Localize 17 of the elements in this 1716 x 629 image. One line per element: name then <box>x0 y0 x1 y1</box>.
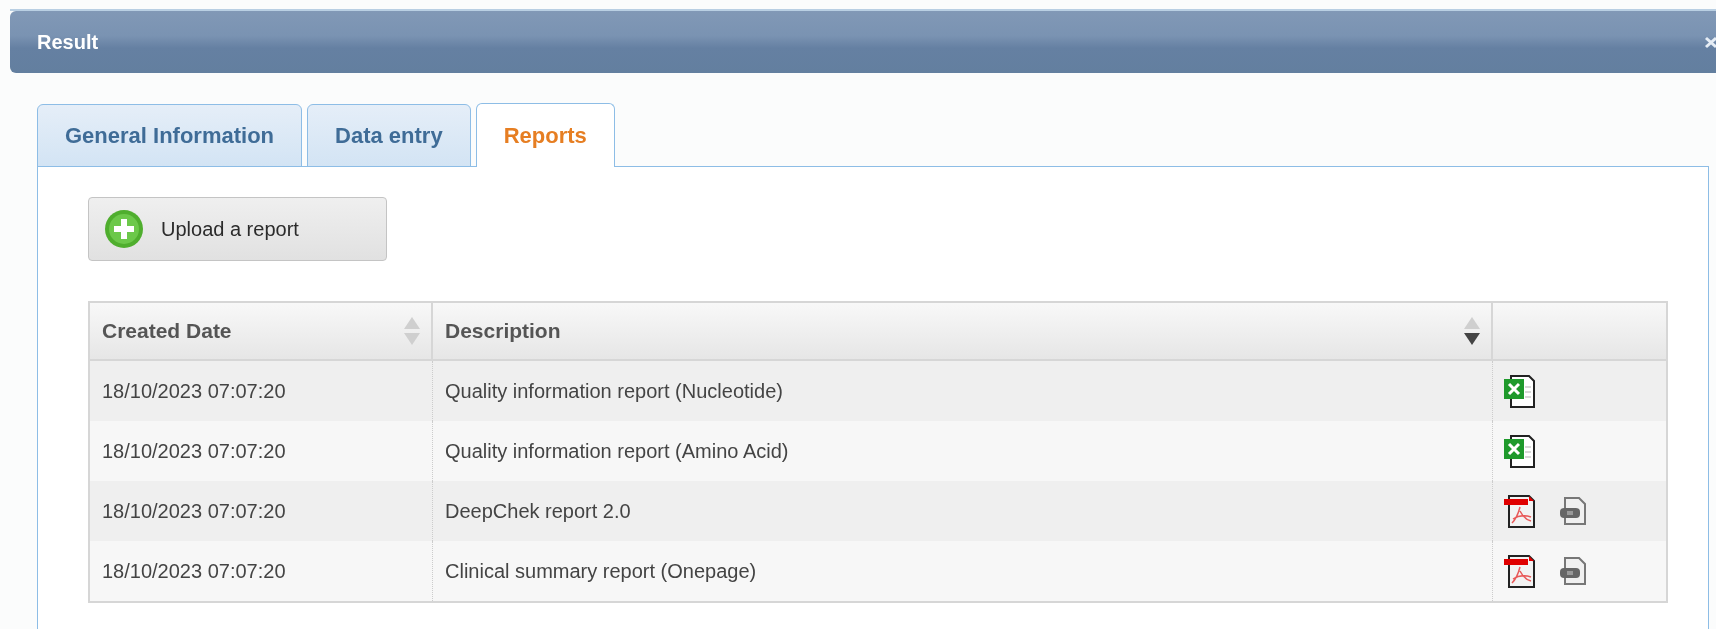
document-icon[interactable] <box>1558 556 1588 586</box>
close-icon[interactable] <box>1704 35 1716 49</box>
description-cell: Clinical summary report (Onepage) <box>433 541 1493 601</box>
sort-icon[interactable] <box>1463 316 1481 346</box>
plus-icon <box>104 209 144 249</box>
tab[interactable]: General Information <box>37 104 303 167</box>
pdf-icon[interactable] <box>1503 554 1536 588</box>
spreadsheet-icon[interactable] <box>1503 434 1536 468</box>
upload-button[interactable]: Upload a report <box>88 197 387 261</box>
document-icon[interactable] <box>1558 496 1588 526</box>
spreadsheet-icon[interactable] <box>1503 374 1536 408</box>
window-title: Result <box>37 30 99 55</box>
tab[interactable]: Data entry <box>307 104 471 167</box>
date-cell: 18/10/2023 07:07:20 <box>90 541 433 601</box>
pdf-icon[interactable] <box>1503 494 1536 528</box>
column-header[interactable]: Created Date <box>90 303 433 359</box>
column-header[interactable]: Description <box>433 303 1493 359</box>
